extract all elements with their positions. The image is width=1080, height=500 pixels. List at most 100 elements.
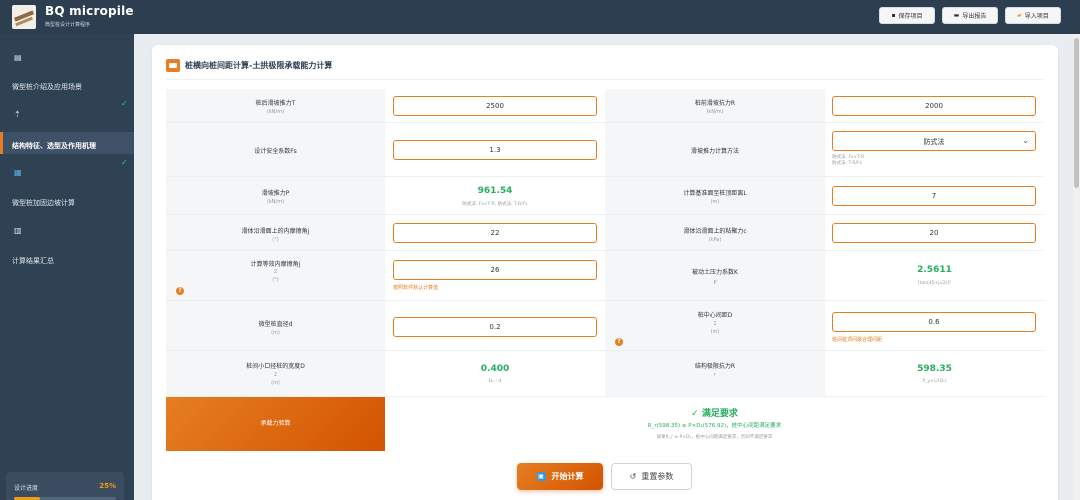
ultimate-resistance-value: 598.35 <box>917 364 952 374</box>
reset-parameters-button[interactable]: ↺ 重置参数 <box>611 463 692 490</box>
save-project-button[interactable]: ▪ 保存项目 <box>879 7 935 24</box>
sidebar-item-label: 结构特征、选型及作用机理 <box>12 142 96 150</box>
save-icon: ▪ <box>891 12 896 19</box>
label-cell: 滑体沿滑面上的粘聚力c (kPa) <box>605 215 825 251</box>
label-cell: 被动土压力系数K P <box>605 251 825 301</box>
progress-label: 设计进度 <box>14 485 39 492</box>
unit-label: (kPa) <box>708 237 722 243</box>
app-title: BQ micropile <box>45 4 134 18</box>
value-cell: 20 <box>825 215 1044 251</box>
value-cell: 598.35 P_y×L/(D₁) <box>825 351 1044 397</box>
sidebar-item-label: 计算结果汇总 <box>12 257 54 265</box>
export-report-label: 导出报告 <box>962 13 987 20</box>
label-cell: 计算基准面至桩顶距离L (m) <box>605 177 825 215</box>
unit-label: (m) <box>710 199 720 205</box>
subscript-label: 1 <box>713 321 717 327</box>
unit-label: (kN/m) <box>266 109 285 115</box>
value-cell: 7 <box>825 177 1044 215</box>
label-equivalent-friction-angle: 计算等效内摩擦角j <box>250 261 301 268</box>
reset-parameters-label: 重置参数 <box>641 472 674 481</box>
sidebar-item-summary[interactable]: ▥ 计算结果汇总 <box>0 220 134 270</box>
export-report-button[interactable]: ▬ 导出报告 <box>942 7 998 24</box>
value-cell: 防式法 ⌄ 防式法: Fs×T-R 防式法: T-R/Fs <box>825 123 1044 177</box>
sidebar-item-label: 微型桩介绍及应用场景 <box>12 83 82 91</box>
label-cell: 桩后滑坡推力T (kN/m) <box>166 89 385 123</box>
chart-up-icon: ⇡ <box>14 110 21 119</box>
value-cell: 26 按照软件默认计算值 <box>385 251 605 301</box>
value-cell: 0.400 D₁ - d <box>385 351 605 397</box>
thrust-method-select[interactable]: 防式法 ⌄ <box>832 131 1036 151</box>
label-ultimate-resistance: 结构极限抗力R <box>694 363 736 370</box>
unit-label: (m) <box>271 330 280 336</box>
section-divider <box>166 79 1044 80</box>
cohesion-c-input[interactable]: 20 <box>832 223 1036 243</box>
label-thrust-method: 滑坡推力计算方法 <box>690 148 739 155</box>
result-note: 如果R_r ≥ P×D₁，桩中心间距满足要求，否则不满足要求 <box>656 435 773 440</box>
label-cell: 桩间小口径桩的宽度D 2 (m) <box>166 351 385 397</box>
label-cell: 微型桩直径d (m) <box>166 301 385 351</box>
start-calculation-button[interactable]: ▣ 开始计算 <box>517 463 603 490</box>
save-project-label: 保存项目 <box>898 13 923 20</box>
value-cell: 2500 <box>385 89 605 123</box>
sliding-thrust-t-input[interactable]: 2500 <box>393 96 597 116</box>
ultimate-resistance-formula: P_y×L/(D₁) <box>922 379 947 384</box>
label-resistance-r: 桩前滑坡抗力R <box>694 100 736 107</box>
label-cell: 滑坡推力计算方法 <box>605 123 825 177</box>
value-cell: 1.3 <box>385 123 605 177</box>
export-icon: ▬ <box>953 12 960 19</box>
label-gap-width: 桩间小口径桩的宽度D <box>246 363 305 370</box>
label-cell: 滑体沿滑面上的内摩擦角j (°) <box>166 215 385 251</box>
label-safety-factor: 设计安全系数Fs <box>254 148 297 155</box>
equivalent-friction-angle-input[interactable]: 26 <box>393 260 597 280</box>
document-icon: ▤ <box>14 53 22 62</box>
label-cell: 桩中心间距D 1 (m) ? <box>605 301 825 351</box>
label-pile-spacing: 桩中心间距D <box>697 312 733 319</box>
pile-diameter-input[interactable]: 0.2 <box>393 317 597 337</box>
value-cell: 2000 <box>825 89 1044 123</box>
sidebar: ▤ 微型桩介绍及应用场景 ✓ ⇡ 结构特征、选型及作用机理 ✓ ▦ 微型桩加固边… <box>0 34 134 500</box>
reset-icon: ↺ <box>629 472 637 481</box>
help-icon[interactable]: ? <box>615 338 623 346</box>
unit-label: (m) <box>710 329 720 335</box>
help-icon[interactable]: ? <box>176 287 184 295</box>
scrollbar-thumb[interactable] <box>1074 38 1079 188</box>
label-cell: 桩前滑坡抗力R (kN/m) <box>605 89 825 123</box>
calculator-icon: ▣ <box>536 472 546 481</box>
friction-angle-input[interactable]: 22 <box>393 223 597 243</box>
import-project-button[interactable]: ▰ 导入项目 <box>1005 7 1061 24</box>
sidebar-item-slope-calc[interactable]: ▦ 微型桩加固边坡计算 <box>0 162 134 212</box>
calculator-icon: ▦ <box>14 168 22 177</box>
value-cell: 0.6 桩间桩顶间最合理间距 <box>825 301 1044 351</box>
sidebar-item-label: 微型桩加固边坡计算 <box>12 199 75 207</box>
label-sliding-thrust-t: 桩后滑坡推力T <box>255 100 296 107</box>
pile-spacing-input[interactable]: 0.6 <box>832 312 1036 332</box>
label-cell: 结构极限抗力R r <box>605 351 825 397</box>
app-subtitle: 微型桩设计计算程序 <box>45 22 91 28</box>
sidebar-item-intro[interactable]: ▤ 微型桩介绍及应用场景 <box>0 48 134 98</box>
resistance-r-input[interactable]: 2000 <box>832 96 1036 116</box>
gap-width-formula: D₁ - d <box>488 379 502 384</box>
design-progress-card: 设计进度 25% <box>6 472 124 500</box>
value-cell: 961.54 防式法: Fs×T-R; 防式法: T-R/Fs <box>385 177 605 215</box>
label-distance-l: 计算基准面至桩顶距离L <box>683 190 747 197</box>
unit-label: (°) <box>272 237 279 243</box>
main-scrollbar[interactable] <box>1073 34 1080 500</box>
label-cell: 滑坡推力P (kN/m) <box>166 177 385 215</box>
unit-label: (m) <box>271 380 280 386</box>
sidebar-item-structure[interactable]: ⇡ 结构特征、选型及作用机理 <box>0 106 134 154</box>
unit-label: (kN/m) <box>266 199 285 205</box>
app-header: BQ micropile 微型桩设计计算程序 ▪ 保存项目 ▬ 导出报告 ▰ 导… <box>0 0 1080 34</box>
folder-icon: ▰ <box>1017 12 1022 19</box>
passive-coefficient-value: 2.5611 <box>917 265 952 275</box>
bearing-check-result: ✓ 满足要求 R_r(598.35) ≥ P×D₁(576.92)，桩中心间距满… <box>385 397 1044 451</box>
result-detail: R_r(598.35) ≥ P×D₁(576.92)，桩中心间距满足要求 <box>647 423 782 429</box>
result-status: ✓ 满足要求 <box>691 409 738 419</box>
passive-coefficient-formula: [tan(45+j₂/2)]² <box>917 281 952 286</box>
bearing-check-label: 承载力验算 <box>166 397 385 451</box>
progress-value: 25% <box>99 482 116 490</box>
safety-factor-input[interactable]: 1.3 <box>393 140 597 160</box>
label-cohesion-c: 滑体沿滑面上的粘聚力c <box>683 228 747 235</box>
value-cell: 22 <box>385 215 605 251</box>
distance-l-input[interactable]: 7 <box>832 186 1036 206</box>
chevron-down-icon: ⌄ <box>1022 136 1029 145</box>
